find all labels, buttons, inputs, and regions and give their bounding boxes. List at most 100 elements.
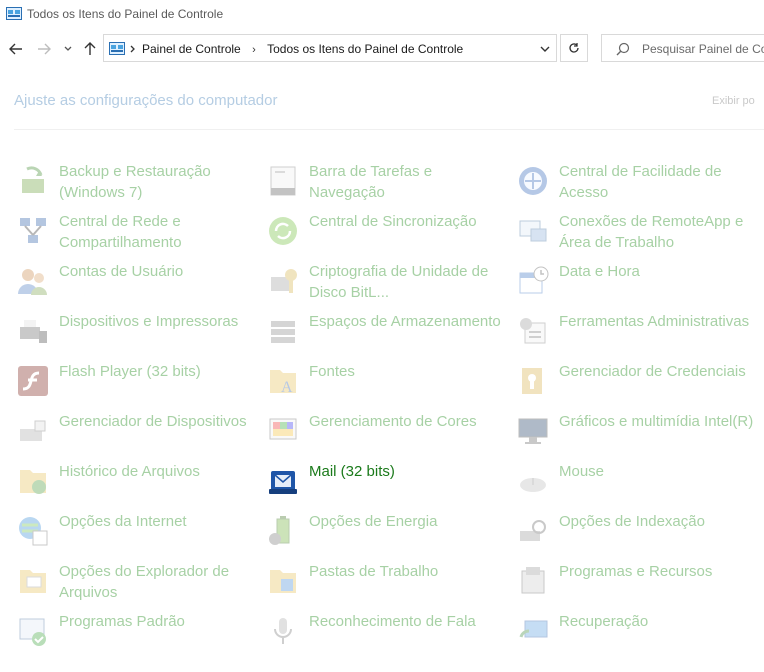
refresh-icon bbox=[569, 43, 579, 53]
item-accessibility[interactable]: Central de Facilidade de Acesso bbox=[517, 161, 762, 205]
breadcrumb-item[interactable]: Painel de Controle bbox=[142, 42, 241, 56]
item-file-history[interactable]: Histórico de Arquivos bbox=[17, 461, 262, 505]
item-flash-player[interactable]: Flash Player (32 bits) bbox=[17, 361, 262, 405]
item-credential-manager[interactable]: Gerenciador de Credenciais bbox=[517, 361, 762, 405]
up-button[interactable] bbox=[80, 38, 100, 60]
item-internet-options[interactable]: Opções da Internet bbox=[17, 511, 262, 555]
item-admin-tools[interactable]: Ferramentas Administrativas bbox=[517, 311, 762, 355]
window-title: Todos os Itens do Painel de Controle bbox=[27, 7, 224, 21]
default-programs-icon bbox=[19, 618, 46, 646]
item-label: Contas de Usuário bbox=[59, 263, 184, 280]
chevron-down-icon bbox=[64, 46, 72, 51]
intel-graphics-icon bbox=[518, 418, 548, 444]
item-label: Criptografia de Unidade de Disco BitL... bbox=[309, 263, 489, 301]
svg-text:A: A bbox=[281, 379, 293, 396]
title-bar: Todos os Itens do Painel de Controle bbox=[0, 0, 764, 30]
item-sync[interactable]: Central de Sincronização bbox=[267, 211, 512, 255]
divider bbox=[14, 129, 764, 130]
flash-icon bbox=[18, 366, 48, 396]
item-backup[interactable]: Backup e Restauração (Windows 7) bbox=[17, 161, 262, 205]
item-label: Programas e Recursos bbox=[559, 563, 713, 580]
control-panel-icon bbox=[109, 42, 125, 55]
item-explorer-options[interactable]: Opções do Explorador de Arquivos bbox=[17, 561, 262, 605]
search-box[interactable]: Pesquisar Painel de Co bbox=[601, 34, 764, 62]
sync-icon bbox=[269, 217, 297, 245]
device-manager-icon bbox=[20, 420, 46, 441]
item-label: Opções do Explorador de Arquivos bbox=[59, 563, 230, 601]
microphone-icon bbox=[274, 618, 292, 644]
item-date-time[interactable]: Data e Hora bbox=[517, 261, 762, 305]
item-taskbar[interactable]: Barra de Tarefas e Navegação bbox=[267, 161, 512, 205]
item-label: Central de Facilidade de Acesso bbox=[559, 163, 722, 201]
power-icon bbox=[269, 516, 290, 545]
item-device-manager[interactable]: Gerenciador de Dispositivos bbox=[17, 411, 262, 455]
refresh-button[interactable] bbox=[560, 34, 588, 62]
item-label: Opções de Energia bbox=[309, 513, 438, 530]
admin-tools-icon bbox=[520, 318, 546, 344]
item-users[interactable]: Contas de Usuário bbox=[17, 261, 262, 305]
explorer-options-icon bbox=[20, 570, 46, 593]
chevron-right-icon[interactable]: › bbox=[252, 44, 256, 56]
taskbar-icon bbox=[270, 166, 296, 196]
credentials-icon bbox=[522, 368, 542, 394]
mouse-icon bbox=[520, 478, 546, 492]
forward-button[interactable] bbox=[34, 38, 54, 60]
item-fonts[interactable]: A Fontes bbox=[267, 361, 512, 405]
item-label: Gerenciador de Credenciais bbox=[559, 363, 746, 380]
work-folders-icon bbox=[270, 570, 296, 593]
back-button[interactable] bbox=[6, 38, 26, 60]
item-label: Reconhecimento de Fala bbox=[309, 613, 476, 630]
item-remoteapp[interactable]: Conexões de RemoteApp e Área de Trabalho bbox=[517, 211, 762, 255]
recent-locations-button[interactable] bbox=[60, 38, 76, 60]
item-label: Gráficos e multimídia Intel(R) bbox=[559, 413, 754, 430]
item-label: Central de Rede e Compartilhamento bbox=[59, 213, 182, 251]
item-mouse[interactable]: Mouse bbox=[517, 461, 762, 505]
item-programs-features[interactable]: Programas e Recursos bbox=[517, 561, 762, 605]
bitlocker-icon bbox=[271, 269, 297, 293]
calendar-icon bbox=[519, 266, 549, 294]
item-label: Programas Padrão bbox=[59, 613, 185, 630]
item-indexing-options[interactable]: Opções de Indexação bbox=[517, 511, 762, 555]
item-label: Gerenciamento de Cores bbox=[309, 413, 477, 430]
users-icon bbox=[18, 269, 47, 295]
item-work-folders[interactable]: Pastas de Trabalho bbox=[267, 561, 512, 605]
recovery-icon bbox=[519, 620, 548, 638]
item-label: Conexões de RemoteApp e Área de Trabalho bbox=[559, 213, 744, 251]
item-recovery[interactable]: Recuperação bbox=[517, 611, 762, 655]
search-icon bbox=[616, 42, 630, 56]
item-devices-printers[interactable]: Dispositivos e Impressoras bbox=[17, 311, 262, 355]
search-input[interactable]: Pesquisar Painel de Co bbox=[642, 42, 764, 56]
item-speech-recognition[interactable]: Reconhecimento de Fala bbox=[267, 611, 512, 655]
arrow-up-icon bbox=[84, 42, 96, 55]
color-management-icon bbox=[269, 418, 297, 440]
printer-icon bbox=[20, 320, 47, 343]
file-history-icon bbox=[20, 470, 46, 494]
item-intel-graphics[interactable]: Gráficos e multimídia Intel(R) bbox=[517, 411, 762, 455]
item-label: Gerenciador de Dispositivos bbox=[59, 413, 247, 430]
item-storage-spaces[interactable]: Espaços de Armazenamento bbox=[267, 311, 512, 355]
indexing-icon bbox=[520, 520, 546, 541]
item-label: Data e Hora bbox=[559, 263, 640, 280]
item-power-options[interactable]: Opções de Energia bbox=[267, 511, 512, 555]
storage-icon bbox=[271, 321, 295, 343]
item-label: Mouse bbox=[559, 463, 605, 480]
view-by-dropdown[interactable]: Exibir po bbox=[712, 95, 755, 107]
address-bar[interactable]: Painel de Controle › Todos os Itens do P… bbox=[103, 34, 557, 62]
fonts-icon: A bbox=[270, 370, 296, 396]
item-label: Histórico de Arquivos bbox=[59, 463, 200, 480]
item-network[interactable]: Central de Rede e Compartilhamento bbox=[17, 211, 262, 255]
item-mail[interactable]: Mail (32 bits) bbox=[267, 461, 512, 505]
mail-icon bbox=[269, 471, 297, 494]
programs-icon bbox=[521, 567, 545, 594]
item-default-programs[interactable]: Programas Padrão bbox=[17, 611, 262, 655]
accessibility-icon bbox=[519, 167, 547, 195]
arrow-right-icon bbox=[38, 43, 51, 55]
item-bitlocker[interactable]: Criptografia de Unidade de Disco BitL... bbox=[267, 261, 512, 305]
item-label: Opções da Internet bbox=[59, 513, 187, 530]
item-label: Fontes bbox=[309, 363, 355, 380]
chevron-right-icon[interactable] bbox=[130, 45, 136, 53]
chevron-down-icon[interactable] bbox=[540, 46, 550, 53]
control-panel-icon bbox=[6, 7, 22, 20]
item-color-management[interactable]: Gerenciamento de Cores bbox=[267, 411, 512, 455]
breadcrumb-item[interactable]: Todos os Itens do Painel de Controle bbox=[267, 42, 463, 56]
